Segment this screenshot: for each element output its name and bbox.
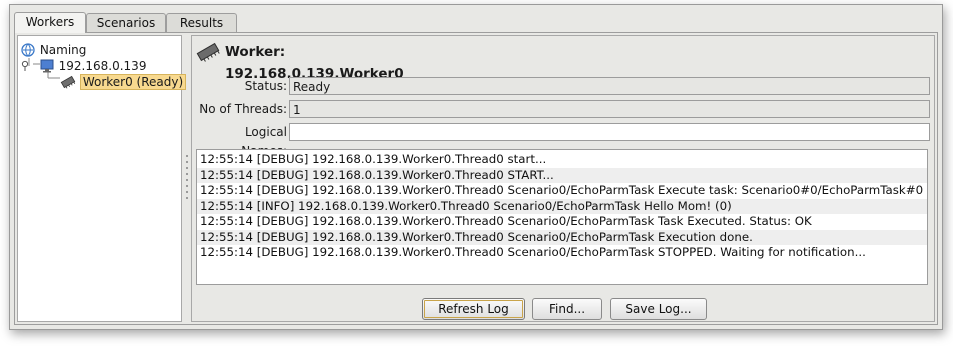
- threads-field: 1: [289, 100, 930, 118]
- worker-chip-icon: [60, 75, 76, 89]
- tree-label-worker0: Worker0 (Ready): [79, 74, 187, 90]
- worker-chip-icon: [196, 42, 220, 62]
- log-line: 12:55:14 [DEBUG] 192.168.0.139.Worker0.T…: [200, 183, 924, 197]
- log-line: 12:55:14 [DEBUG] 192.168.0.139.Worker0.T…: [197, 229, 927, 245]
- threads-label: No of Threads:: [199, 102, 287, 116]
- status-field: Ready: [289, 77, 930, 95]
- refresh-log-button[interactable]: Refresh Log: [422, 298, 525, 320]
- computer-monitor-icon: [40, 59, 54, 73]
- tree-node-naming[interactable]: Naming: [20, 42, 86, 58]
- logical-names-input[interactable]: [289, 123, 930, 141]
- tab-workers[interactable]: Workers: [14, 12, 86, 33]
- split-pane-divider[interactable]: [183, 35, 191, 322]
- workers-tab-content: Naming 192.168.0.139 Worker0 (Ready) Wor…: [14, 32, 938, 325]
- tab-results[interactable]: Results: [166, 13, 237, 32]
- log-line: 12:55:14 [DEBUG] 192.168.0.139.Worker0.T…: [197, 167, 927, 183]
- naming-globe-icon: [21, 43, 35, 57]
- status-label: Status:: [244, 79, 287, 93]
- log-area[interactable]: 12:55:14 [DEBUG] 192.168.0.139.Worker0.T…: [196, 149, 928, 285]
- log-line: 12:55:14 [DEBUG] 192.168.0.139.Worker0.T…: [200, 152, 547, 166]
- tree-expand-toggle-icon[interactable]: [21, 58, 35, 74]
- tree-label-host: 192.168.0.139: [58, 59, 147, 73]
- worker-tree: Naming 192.168.0.139 Worker0 (Ready): [17, 35, 187, 322]
- logical-names-label: Logical Names:: [241, 125, 287, 158]
- tab-scenarios[interactable]: Scenarios: [86, 13, 166, 32]
- save-log-button[interactable]: Save Log...: [610, 298, 707, 320]
- tree-node-host[interactable]: 192.168.0.139: [21, 58, 146, 74]
- log-line: 12:55:14 [DEBUG] 192.168.0.139.Worker0.T…: [200, 245, 866, 259]
- app-window: Workers Scenarios Results Naming 192.168…: [9, 4, 943, 330]
- find-button[interactable]: Find...: [532, 298, 602, 320]
- log-line: 12:55:14 [DEBUG] 192.168.0.139.Worker0.T…: [200, 214, 812, 228]
- log-line: 12:55:14 [INFO] 192.168.0.139.Worker0.Th…: [197, 198, 927, 214]
- tree-node-worker0[interactable]: Worker0 (Ready): [60, 74, 187, 90]
- tree-label-naming: Naming: [39, 43, 87, 57]
- worker-detail-panel: Worker: 192.168.0.139.Worker0 Status: Re…: [191, 35, 935, 322]
